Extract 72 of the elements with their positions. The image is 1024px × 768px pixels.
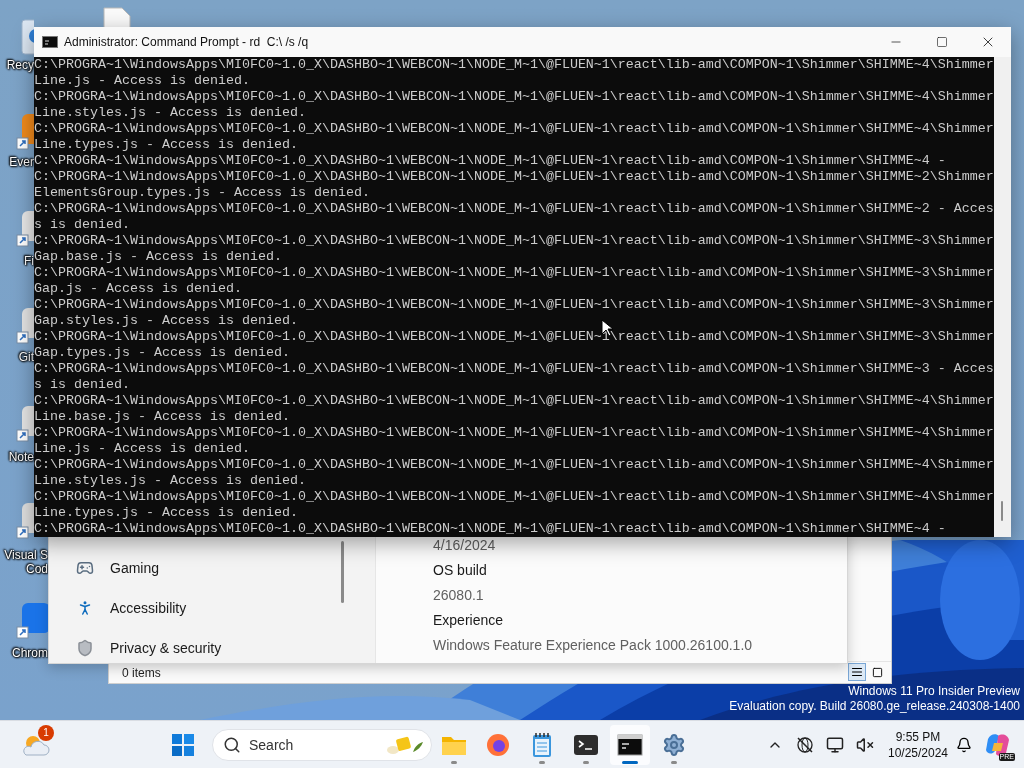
shield-icon (76, 639, 94, 657)
details-view-button[interactable] (848, 663, 866, 681)
list-icon (851, 666, 863, 678)
maximize-icon (936, 36, 948, 48)
terminal-icon (573, 733, 599, 756)
console-line: C:\PROGRA~1\WindowsApps\MI0FC0~1.0_X\DASHBO~1\WEBCON~1\NODE_M~1\@FLUEN~1\react\lib-amd\COMPON~1\Shimmer\SHIMME~3\Shimmer (34, 329, 994, 345)
console-line: C:\PROGRA~1\WindowsApps\MI0FC0~1.0_X\DASHBO~1\WEBCON~1\NODE_M~1\@FLUEN~1\react\lib-amd\COMPON~1\Shimmer\SHIMME~3\Shimmer (34, 233, 994, 249)
command-prompt-icon (42, 36, 58, 48)
detail-heading: Experience (433, 611, 504, 630)
console-line: C:\PROGRA~1\WindowsApps\MI0FC0~1.0_X\DASHBO~1\WEBCON~1\NODE_M~1\@FLUEN~1\react\lib-amd\COMPON~1\Shimmer\SHIMME~4\Shimmer (34, 489, 994, 505)
volume-muted-icon[interactable] (856, 735, 874, 754)
console-line: Gap.base.js - Access is denied. (34, 249, 282, 264)
firefox-icon (486, 732, 510, 757)
console-line: Line.styles.js - Access is denied. (34, 105, 306, 121)
watermark-text: Evaluation copy. Build 26080.ge_release.240308-1400 (729, 699, 1020, 714)
window-title: Administrator: Command Prompt - rd C:\ /s /q (64, 35, 310, 49)
console-line: ElementsGroup.types.js - Access is denied. (34, 185, 370, 201)
console-line: Gap.js - Access is denied. (34, 281, 242, 297)
clock[interactable]: 9:55 PM 10/25/2024 (880, 724, 956, 765)
console-line: C:\PROGRA~1\WindowsApps\MI0FC0~1.0_X\DASHBO~1\WEBCON~1\NODE_M~1\@FLUEN~1\react\lib-amd\COMPON~1\Shimmer\SHIMME~4 - (34, 521, 946, 537)
console-line: C:\PROGRA~1\WindowsApps\MI0FC0~1.0_X\DASHBO~1\WEBCON~1\NODE_M~1\@FLUEN~1\react\lib-amd\COMPON~1\Shimmer\SHIMME~3\Shimmer (34, 297, 994, 313)
detail-heading: OS build (433, 561, 487, 580)
nav-item[interactable]: Gaming (49, 548, 344, 588)
console-line: s is denied. (34, 377, 130, 393)
console-line: Line.types.js - Access is denied. (34, 505, 298, 521)
console-line: Gap.styles.js - Access is denied. (34, 313, 298, 329)
network-off-icon[interactable] (796, 735, 814, 754)
windows-logo-icon (172, 733, 194, 756)
watermark-text: Windows 11 Pro Insider Preview (847, 684, 1020, 699)
nav-item[interactable]: Privacy & security (49, 628, 344, 668)
detail-value: 4/16/2024 (433, 536, 496, 555)
console-line: C:\PROGRA~1\WindowsApps\MI0FC0~1.0_X\DASHBO~1\WEBCON~1\NODE_M~1\@FLUEN~1\react\lib-amd\COMPON~1\Shimmer\SHIMME~4\Shimmer (34, 57, 994, 73)
console-line: s is denied. (34, 217, 130, 233)
scrollbar-thumb[interactable] (1001, 501, 1003, 521)
console-line: C:\PROGRA~1\WindowsApps\MI0FC0~1.0_X\DASHBO~1\WEBCON~1\NODE_M~1\@FLUEN~1\react\lib-amd\COMPON~1\Shimmer\SHIMME~4\Shimmer (34, 121, 994, 137)
console-line: C:\PROGRA~1\WindowsApps\MI0FC0~1.0_X\DASHBO~1\WEBCON~1\NODE_M~1\@FLUEN~1\react\lib-amd\COMPON~1\Shimmer\SHIMME~4\Shimmer (34, 457, 994, 473)
search-field[interactable]: Search (212, 728, 432, 761)
desktop-icon-label[interactable]: Recy (0, 58, 34, 72)
gear-icon (662, 732, 686, 757)
console-line: C:\PROGRA~1\WindowsApps\MI0FC0~1.0_X\DASHBO~1\WEBCON~1\NODE_M~1\@FLUEN~1\react\lib-amd\COMPON~1\Shimmer\SHIMME~2 - Acces (34, 201, 994, 217)
console-line: C:\PROGRA~1\WindowsApps\MI0FC0~1.0_X\DASHBO~1\WEBCON~1\NODE_M~1\@FLUEN~1\react\lib-amd\COMPON~1\Shimmer\SHIMME~4\Shimmer (34, 393, 994, 409)
display-icon[interactable] (826, 735, 844, 754)
console-line: C:\PROGRA~1\WindowsApps\MI0FC0~1.0_X\DASHBO~1\WEBCON~1\NODE_M~1\@FLUEN~1\react\lib-amd\COMPON~1\Shimmer\SHIMME~2\Shimmer (34, 169, 994, 185)
console-line: C:\PROGRA~1\WindowsApps\MI0FC0~1.0_X\DASHBO~1\WEBCON~1\NODE_M~1\@FLUEN~1\react\lib-amd\COMPON~1\Shimmer\SHIMME~4\Shimmer (34, 89, 994, 105)
console-line: C:\PROGRA~1\WindowsApps\MI0FC0~1.0_X\DASHBO~1\WEBCON~1\NODE_M~1\@FLUEN~1\react\lib-amd\COMPON~1\Shimmer\SHIMME~4 - (34, 153, 946, 169)
taskbar-app-button[interactable] (610, 724, 650, 765)
nav-item[interactable]: Accessibility (49, 588, 344, 628)
notification-badge: 1 (38, 724, 54, 741)
desktop-icon-label[interactable]: Ever (0, 155, 34, 169)
game-controller-icon (76, 559, 94, 577)
search-icon (223, 735, 241, 754)
desktop-icon-label[interactable]: Visual S Cod (0, 548, 48, 576)
desktop-icon-label[interactable]: Note (0, 450, 34, 464)
square-icon (871, 667, 883, 678)
item-count: 0 items (122, 665, 161, 680)
detail-value: Windows Feature Experience Pack 1000.26100.1.0 (433, 636, 753, 655)
command-prompt-icon (617, 733, 643, 756)
console-line: Line.js - Access is denied. (34, 73, 250, 89)
notepad-icon (531, 731, 553, 758)
console-line: C:\PROGRA~1\WindowsApps\MI0FC0~1.0_X\DASHBO~1\WEBCON~1\NODE_M~1\@FLUEN~1\react\lib-amd\COMPON~1\Shimmer\SHIMME~3\Shimmer (34, 265, 994, 281)
scrollbar-thumb[interactable] (341, 541, 344, 603)
console-line: C:\PROGRA~1\WindowsApps\MI0FC0~1.0_X\DASHBO~1\WEBCON~1\NODE_M~1\@FLUEN~1\react\lib-amd\COMPON~1\Shimmer\SHIMME~3 - Acces (34, 361, 994, 377)
detail-value: 26080.1 (433, 586, 484, 605)
console-line: Line.base.js - Access is denied. (34, 409, 290, 425)
desktop-icon-label[interactable]: Chrom (0, 646, 48, 660)
console-line: C:\PROGRA~1\WindowsApps\MI0FC0~1.0_X\DASHBO~1\WEBCON~1\NODE_M~1\@FLUEN~1\react\lib-amd\COMPON~1\Shimmer\SHIMME~4\Shimmer (34, 425, 994, 441)
console-line: Gap.types.js - Access is denied. (34, 345, 290, 360)
console-line: Line.types.js - Access is denied. (34, 137, 298, 153)
console-line: Line.styles.js - Access is denied. (34, 473, 306, 489)
notification-bell-icon[interactable] (956, 736, 972, 753)
console-line: Line.js - Access is denied. (34, 441, 250, 456)
desktop-icon-label[interactable]: Fi (0, 254, 34, 268)
